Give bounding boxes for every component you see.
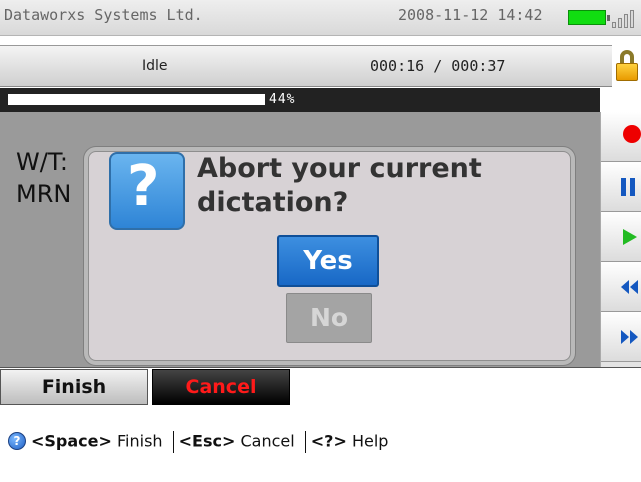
question-icon: ?: [109, 152, 185, 230]
signal-icon: [612, 10, 638, 28]
help-action-hint: Help: [346, 431, 389, 451]
no-button[interactable]: No: [286, 293, 372, 343]
divider: [304, 431, 306, 453]
datetime: 2008-11-12 14:42: [398, 6, 543, 24]
dictation-state: Idle: [142, 58, 168, 74]
finish-button[interactable]: Finish: [0, 369, 148, 405]
esc-action-hint: Cancel: [235, 431, 300, 451]
action-bar: Finish Cancel: [0, 367, 641, 405]
play-button[interactable]: [601, 212, 641, 262]
pause-icon: [621, 178, 635, 196]
company-name: Dataworxs Systems Ltd.: [4, 6, 203, 24]
keyboard-hints: <Space> Finish <Esc> Cancel <?> Help: [31, 431, 388, 453]
battery-icon: [568, 10, 610, 25]
pause-button[interactable]: [601, 162, 641, 212]
record-icon: [623, 125, 641, 143]
space-key-hint: <Space>: [31, 431, 112, 451]
mrn-field-label: MRN: [16, 180, 72, 208]
esc-key-hint: <Esc>: [178, 431, 236, 451]
help-icon[interactable]: ?: [8, 432, 26, 450]
cancel-button[interactable]: Cancel: [152, 369, 290, 405]
keyboard-hint-bar: ? <Space> Finish <Esc> Cancel <?> Help: [0, 405, 641, 482]
record-button[interactable]: [601, 112, 641, 162]
play-icon: [623, 229, 637, 245]
rewind-button[interactable]: [601, 262, 641, 312]
help-key-hint: <?>: [310, 431, 347, 451]
dictation-timer: 000:16 / 000:37: [370, 57, 506, 75]
fast-forward-icon: [621, 330, 638, 344]
fast-forward-button[interactable]: [601, 312, 641, 362]
rewind-icon: [621, 280, 638, 294]
progress-fill: [8, 94, 265, 105]
dictation-info-bar: Idle 000:16 / 000:37: [0, 45, 612, 87]
space-action-hint: Finish: [111, 431, 168, 451]
transport-controls: [600, 112, 641, 367]
divider: [172, 431, 174, 453]
yes-button[interactable]: Yes: [277, 235, 379, 287]
status-bar: Dataworxs Systems Ltd. 2008-11-12 14:42: [0, 0, 641, 36]
wt-field-label: W/T:: [16, 148, 68, 176]
progress-bar: 44%: [0, 88, 600, 112]
lock-icon[interactable]: [613, 47, 640, 85]
dialog-message: Abort your current dictation?: [197, 153, 482, 218]
progress-label: 44%: [269, 92, 296, 107]
abort-confirm-dialog: ? Abort your current dictation? Yes No: [88, 151, 571, 361]
